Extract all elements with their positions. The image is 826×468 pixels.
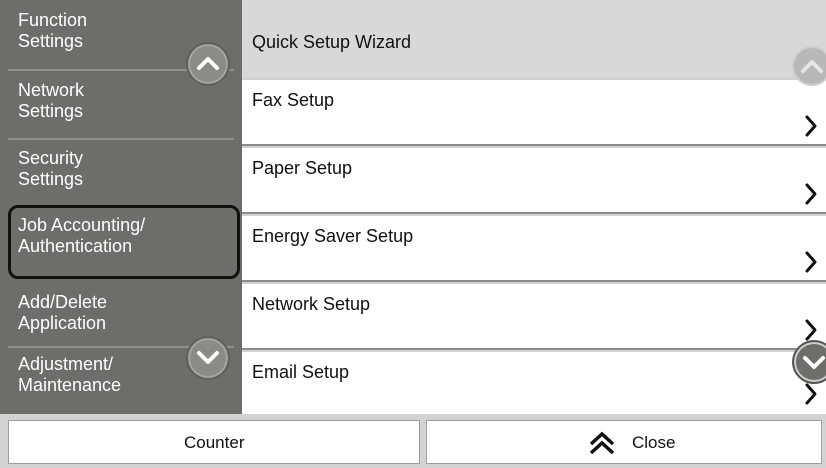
chevron-right-icon xyxy=(805,115,817,137)
chevron-right-icon xyxy=(805,383,817,405)
bottom-bar: Counter Close xyxy=(0,414,826,468)
double-chevron-up-icon xyxy=(589,431,615,455)
sidebar-scroll-down-button[interactable] xyxy=(186,336,230,380)
chevron-down-icon xyxy=(803,356,825,369)
chevron-right-icon xyxy=(805,319,817,341)
list-item-paper-setup[interactable]: Paper Setup xyxy=(242,148,826,214)
counter-button-label: Counter xyxy=(184,433,245,452)
chevron-right-icon xyxy=(805,183,817,205)
sidebar-scroll-up-button[interactable] xyxy=(186,42,230,86)
list-item-label: Network Setup xyxy=(252,294,371,314)
sidebar-item-label: Function xyxy=(18,10,88,30)
sidebar-item-label: Authentication xyxy=(18,236,133,256)
sidebar-item-job-accounting-authentication[interactable]: Job Accounting/ Authentication xyxy=(8,205,240,279)
close-button-label: Close xyxy=(632,433,676,452)
setup-list: Quick Setup Wizard Fax Setup Paper Setup… xyxy=(242,0,826,414)
sidebar-item-label: Job Accounting/ xyxy=(18,215,146,235)
chevron-up-icon xyxy=(801,60,823,73)
sidebar-item-label: Application xyxy=(18,313,107,333)
close-button[interactable]: Close xyxy=(426,420,822,464)
sidebar-item-label: Security xyxy=(18,148,84,168)
list-item-label: Paper Setup xyxy=(252,158,353,178)
list-header-title: Quick Setup Wizard xyxy=(252,32,412,52)
list-item-label: Fax Setup xyxy=(252,90,335,110)
chevron-down-icon xyxy=(197,351,219,364)
list-header: Quick Setup Wizard xyxy=(242,0,826,78)
sidebar-item-label: Settings xyxy=(18,169,84,189)
settings-screen: Function Settings Network Settings Secur… xyxy=(0,0,826,468)
sidebar-item-label: Add/Delete xyxy=(18,292,108,312)
sidebar-item-security-settings[interactable]: Security Settings xyxy=(0,138,242,206)
list-item-label: Energy Saver Setup xyxy=(252,226,414,246)
chevron-right-icon xyxy=(805,251,817,273)
counter-button[interactable]: Counter xyxy=(8,420,420,464)
chevron-up-icon xyxy=(197,57,219,70)
list-item-fax-setup[interactable]: Fax Setup xyxy=(242,80,826,146)
sidebar: Function Settings Network Settings Secur… xyxy=(0,0,242,414)
list-item-label: Email Setup xyxy=(252,362,350,382)
sidebar-item-label: Settings xyxy=(18,101,84,121)
list-item-email-setup[interactable]: Email Setup xyxy=(242,352,826,414)
list-item-network-setup[interactable]: Network Setup xyxy=(242,284,826,350)
list-scroll-up-button[interactable] xyxy=(792,46,826,86)
list-item-energy-saver-setup[interactable]: Energy Saver Setup xyxy=(242,216,826,282)
